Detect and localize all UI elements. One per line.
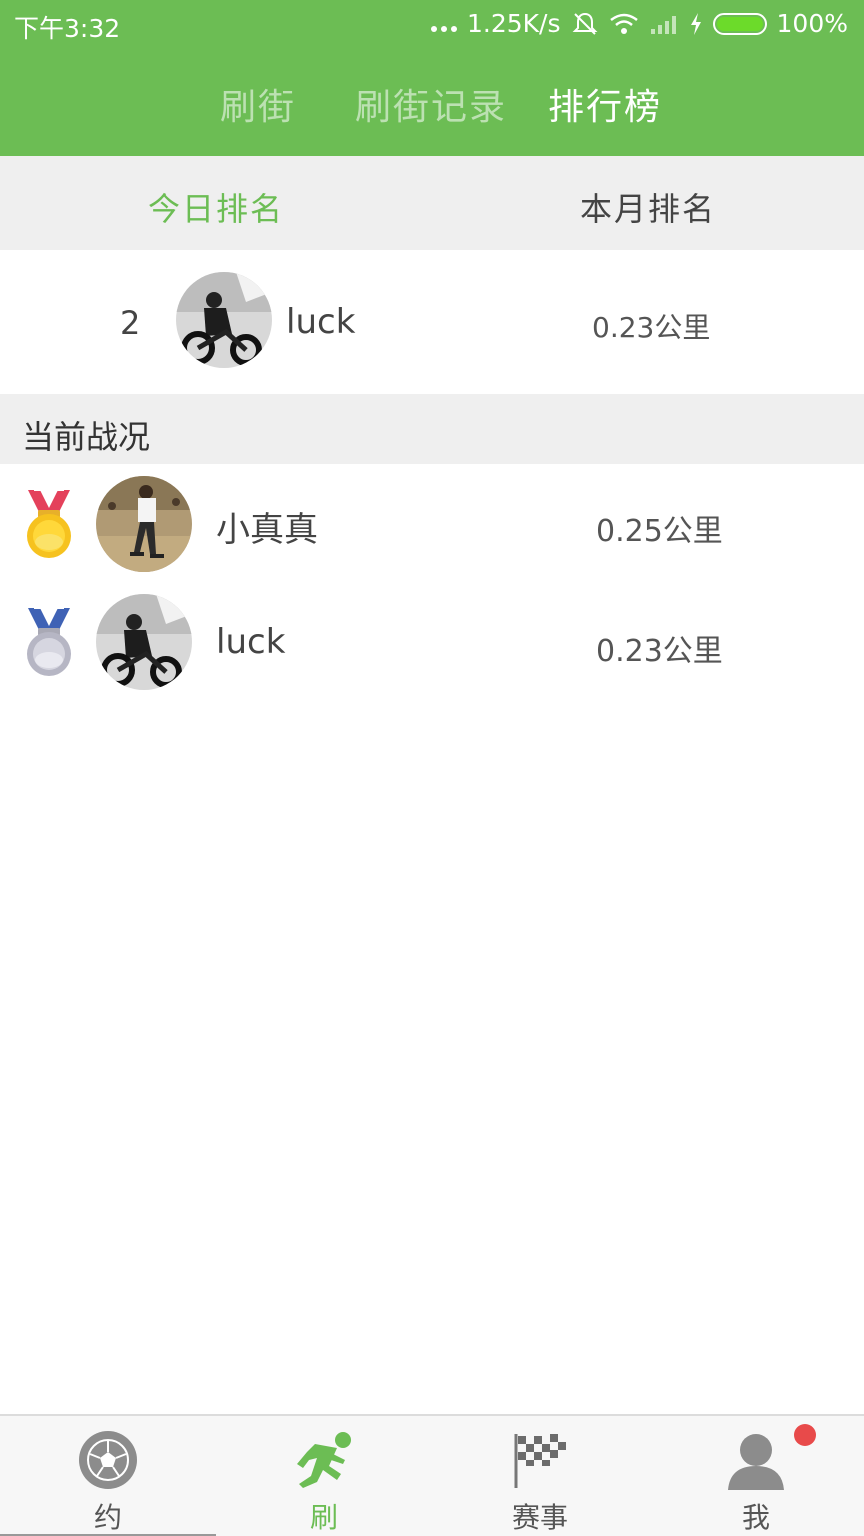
tab-street-records[interactable]: 刷街记录 <box>355 78 507 130</box>
list-item[interactable]: 小真真 0.25公里 <box>0 464 864 582</box>
nav-label: 约 <box>93 1501 122 1534</box>
app-screen: 下午3:32 1.25K/s 100% 刷街 刷街记录 排行榜 今日排名 本月排… <box>0 0 864 1536</box>
nav-label: 我 <box>741 1501 770 1534</box>
nav-item-yue[interactable]: 约 <box>0 1416 216 1536</box>
status-time: 下午3:32 <box>14 14 121 43</box>
more-dots-icon <box>431 25 457 32</box>
nav-label: 赛事 <box>511 1501 568 1534</box>
user-icon <box>728 1434 784 1490</box>
avatar <box>176 272 272 368</box>
mute-bell-icon <box>572 12 597 35</box>
tab-street[interactable]: 刷街 <box>220 78 296 130</box>
nav-label: 刷 <box>309 1501 338 1534</box>
player-distance: 0.23公里 <box>596 634 723 669</box>
my-distance: 0.23公里 <box>592 311 711 344</box>
top-bar: 下午3:32 1.25K/s 100% 刷街 刷街记录 排行榜 <box>0 0 864 156</box>
my-rank-number: 2 <box>120 304 141 342</box>
current-status-header: 当前战况 <box>0 394 864 464</box>
nav-item-shua[interactable]: 刷 <box>216 1416 432 1536</box>
silver-medal-icon <box>27 607 71 676</box>
bottom-nav: 约 刷 赛事 我 <box>0 1414 864 1536</box>
soccer-ball-icon <box>79 1431 137 1489</box>
checkered-flag-icon <box>514 1434 566 1488</box>
signal-icon <box>650 15 676 34</box>
battery-icon <box>712 12 767 35</box>
list-item[interactable]: luck 0.23公里 <box>0 582 864 700</box>
battery-level: 100% <box>776 9 848 38</box>
my-name: luck <box>286 302 356 342</box>
nav-item-events[interactable]: 赛事 <box>432 1416 648 1536</box>
player-distance: 0.25公里 <box>596 514 723 549</box>
header-tabs: 刷街 刷街记录 排行榜 <box>0 78 864 130</box>
network-speed: 1.25K/s <box>467 9 561 38</box>
avatar <box>96 594 192 690</box>
status-bar: 下午3:32 1.25K/s 100% <box>0 0 864 50</box>
status-right: 1.25K/s 100% <box>431 9 848 38</box>
ranking-subtabs: 今日排名 本月排名 <box>0 156 864 250</box>
wifi-icon <box>609 13 638 34</box>
charging-icon <box>690 12 701 35</box>
avatar <box>96 476 192 572</box>
player-name: luck <box>216 622 286 662</box>
section-title: 当前战况 <box>22 418 151 456</box>
player-name: 小真真 <box>216 510 318 550</box>
nav-item-me[interactable]: 我 <box>648 1416 864 1536</box>
tab-month-ranking[interactable]: 本月排名 <box>580 184 716 230</box>
notification-badge <box>794 1424 816 1446</box>
tab-today-ranking[interactable]: 今日排名 <box>148 184 284 230</box>
runner-icon <box>297 1432 351 1488</box>
my-rank-row[interactable]: 2 luck 0.23公里 <box>0 250 864 394</box>
tab-leaderboard[interactable]: 排行榜 <box>548 78 662 130</box>
gold-medal-icon <box>27 489 71 558</box>
